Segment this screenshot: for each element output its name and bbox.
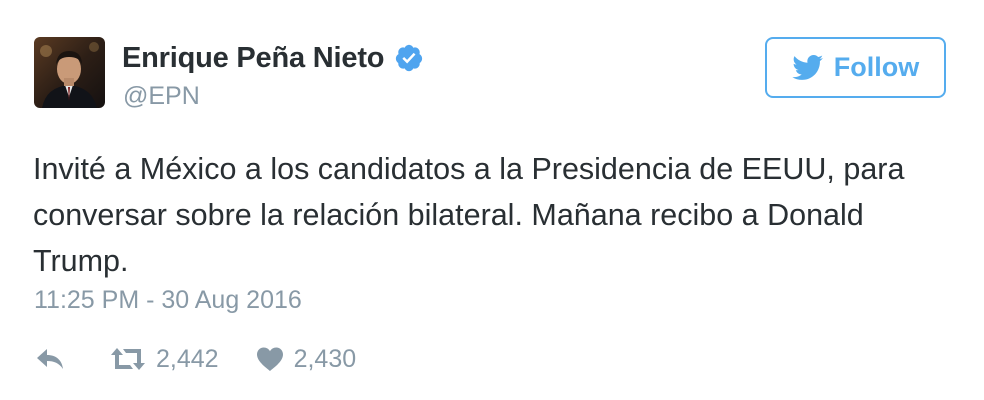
tweet-timestamp[interactable]: 11:25 PM - 30 Aug 2016: [34, 286, 302, 315]
follow-button[interactable]: Follow: [765, 37, 946, 98]
tweet-card: Enrique Peña Nieto @EPN Follow Invité a …: [0, 0, 984, 400]
follow-button-label: Follow: [833, 52, 920, 82]
retweet-icon: [109, 346, 147, 372]
author-name-row: Enrique Peña Nieto: [122, 40, 424, 76]
avatar[interactable]: [34, 37, 105, 108]
like-count: 2,430: [293, 344, 357, 373]
author-display-name[interactable]: Enrique Peña Nieto: [122, 42, 384, 75]
retweet-count: 2,442: [156, 344, 219, 373]
heart-icon: [255, 346, 285, 372]
avatar-image: [34, 37, 105, 108]
reply-icon: [34, 346, 66, 372]
reply-button[interactable]: [34, 346, 66, 372]
like-button[interactable]: 2,430: [255, 344, 357, 374]
tweet-actions: 2,442 2,430: [34, 342, 356, 376]
author-handle[interactable]: @EPN: [123, 82, 200, 111]
retweet-button[interactable]: 2,442: [109, 345, 219, 374]
twitter-bird-icon: [792, 54, 824, 81]
verified-badge-icon: [394, 43, 424, 73]
tweet-text: Invité a México a los candidatos a la Pr…: [33, 152, 905, 278]
